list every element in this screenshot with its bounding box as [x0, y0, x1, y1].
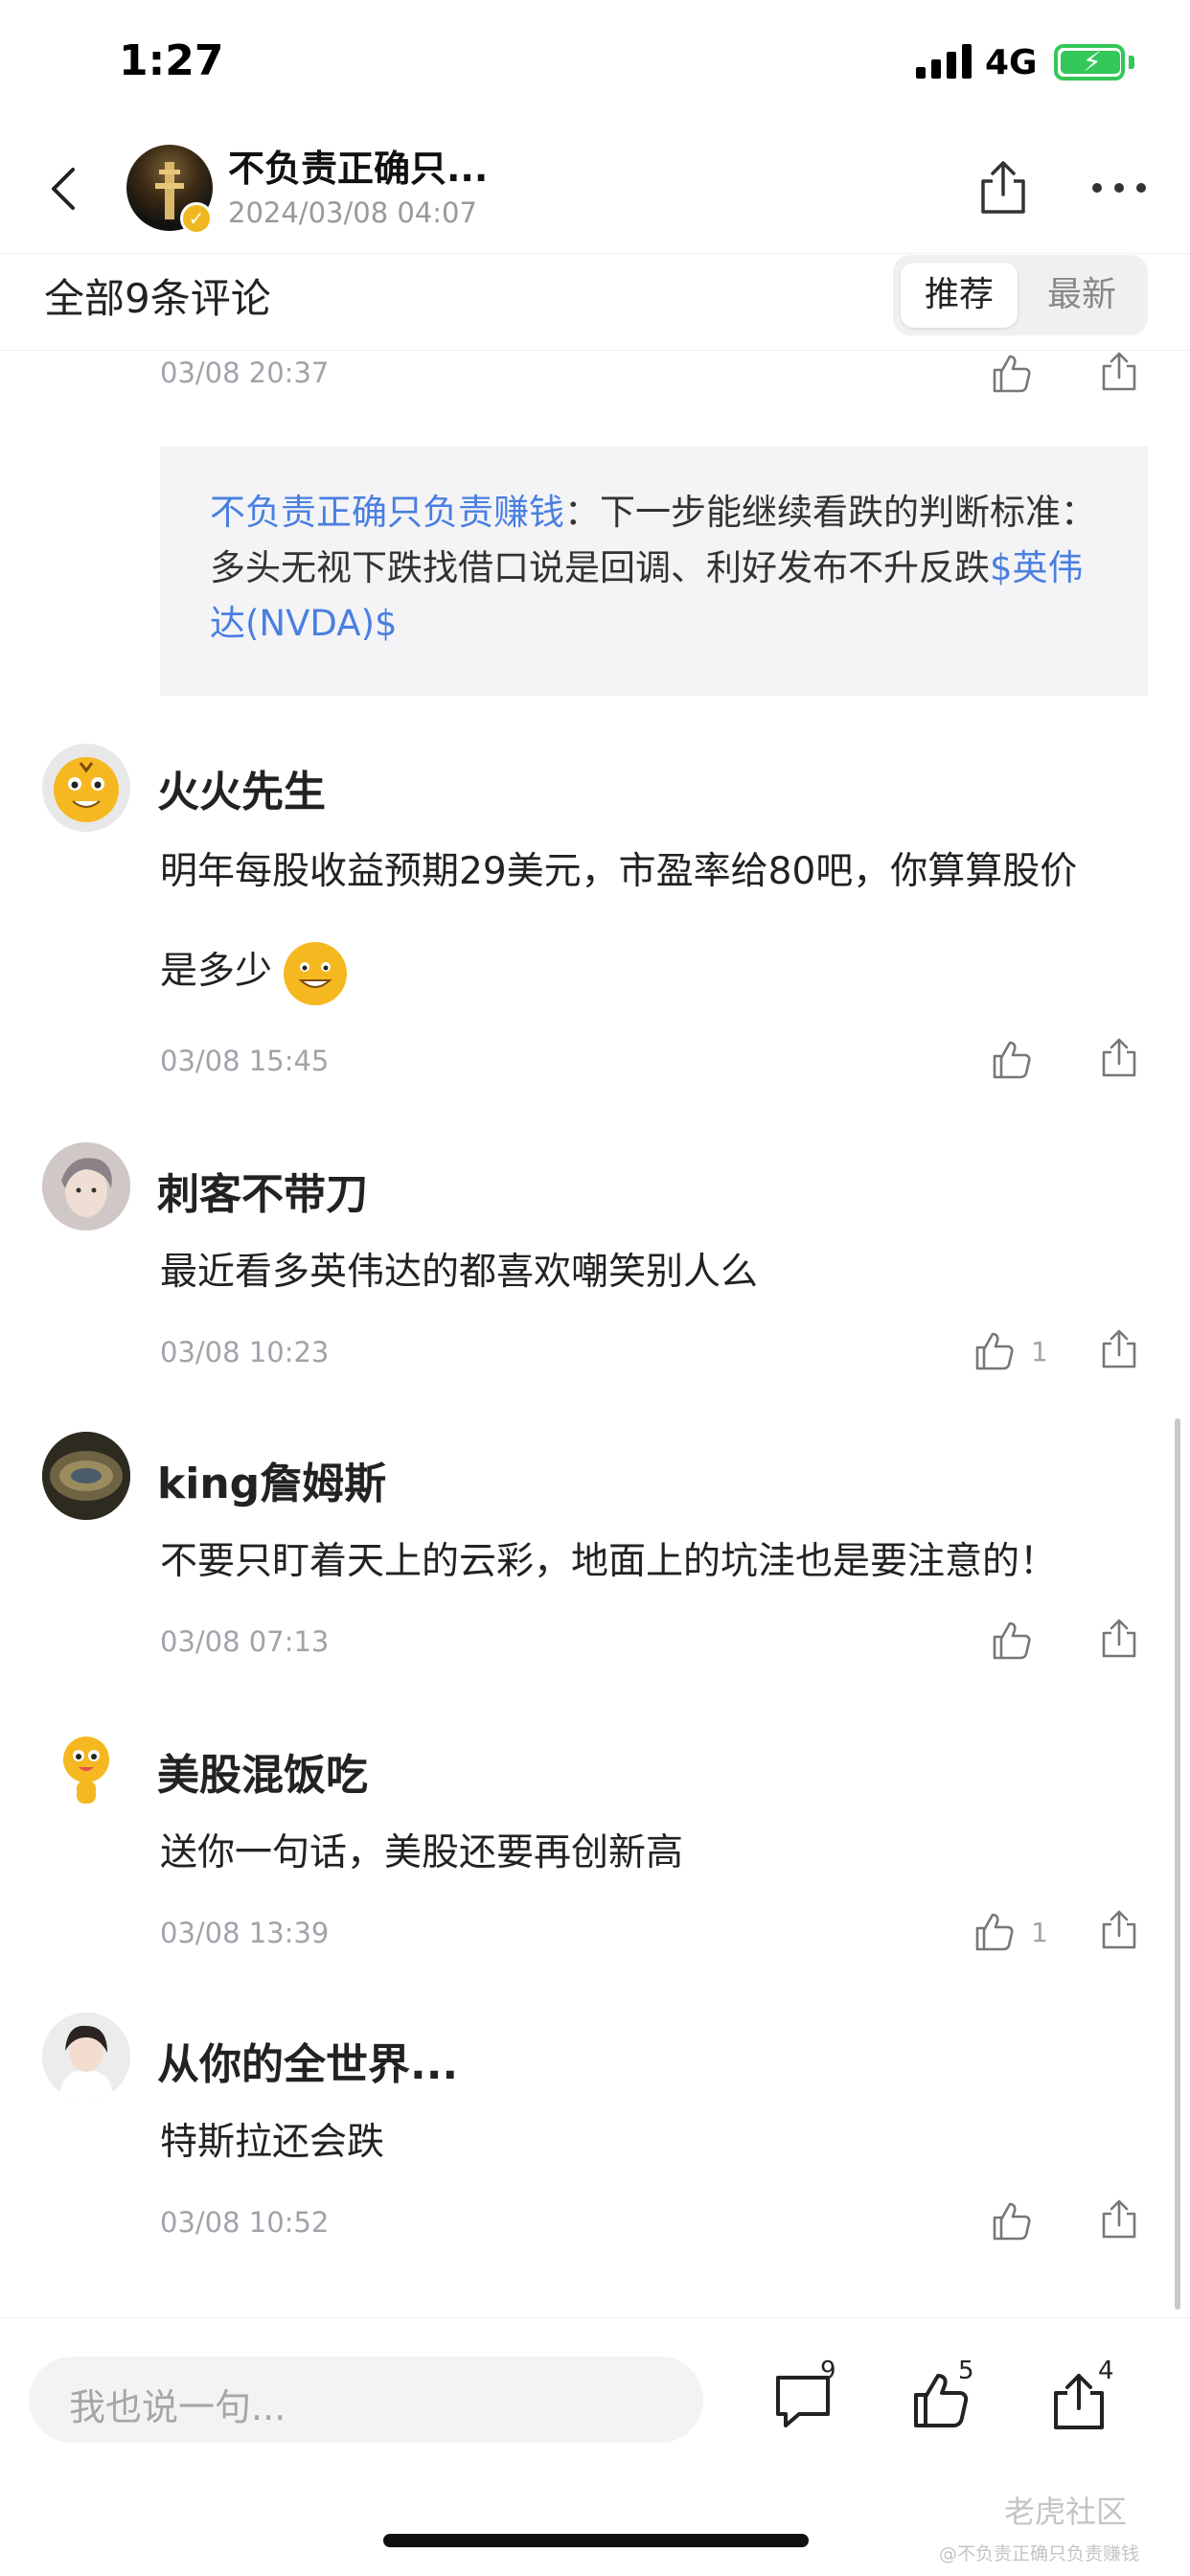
avatar[interactable]: [42, 2012, 130, 2101]
sort-tab-recommended[interactable]: 推荐: [901, 263, 1018, 328]
avatar[interactable]: [42, 1142, 130, 1230]
share-icon[interactable]: [1096, 1907, 1142, 1953]
comment-date: 03/08 20:37: [160, 356, 330, 389]
watermark-sub: @不负责正确只负责赚钱: [939, 2543, 1140, 2564]
comment-date: 03/08 13:39: [160, 1917, 330, 1949]
sort-tab-latest[interactable]: 最新: [1023, 263, 1140, 328]
share-icon[interactable]: [1096, 2196, 1142, 2242]
comment-date: 03/08 10:23: [160, 1336, 330, 1368]
username[interactable]: 美股混饭吃: [157, 1740, 368, 1802]
comment-date: 03/08 07:13: [160, 1625, 330, 1658]
watermark-brand: 老虎社区: [1004, 2494, 1128, 2530]
comment-text-line2: 是多少: [160, 950, 273, 993]
username[interactable]: king詹姆斯: [157, 1449, 386, 1510]
scrollbar[interactable]: [1175, 1418, 1180, 2310]
avatar[interactable]: [42, 1432, 130, 1520]
post-header: ✓ 不负责正确只... 2024/03/08 04:07: [0, 129, 1190, 254]
share-icon[interactable]: [972, 156, 1035, 219]
share-count: 4: [1098, 2357, 1114, 2385]
like-count: 1: [1031, 1917, 1048, 1948]
username[interactable]: 刺客不带刀: [157, 1160, 368, 1221]
home-indicator[interactable]: [383, 2534, 809, 2547]
reply-separator: ：: [564, 492, 600, 533]
post-time: 2024/03/08 04:07: [228, 196, 477, 229]
network-label: 4G: [985, 43, 1038, 82]
like-count: 5: [958, 2357, 974, 2385]
comment-text: 特斯拉还会跌: [160, 2121, 385, 2164]
sort-toggle: 推荐 最新: [893, 255, 1148, 335]
like-icon[interactable]: [989, 1618, 1035, 1664]
back-icon[interactable]: [34, 158, 96, 219]
share-icon[interactable]: [1096, 349, 1142, 395]
comment-text: 不要只盯着天上的云彩，地面上的坑洼也是要注意的！: [160, 1540, 1058, 1583]
signal-icon: [916, 44, 972, 79]
comments-header: 全部9条评论 推荐 最新: [0, 255, 1190, 351]
battery-icon: ⚡: [1054, 44, 1125, 80]
comment-input[interactable]: 我也说一句...: [29, 2357, 703, 2443]
like-icon[interactable]: [972, 1328, 1018, 1374]
reply-box[interactable]: 不负责正确只负责赚钱：下一步能继续看跌的判断标准：多头无视下跌找借口说是回调、利…: [160, 447, 1148, 696]
grinning-tiger-emoji-icon: [284, 941, 348, 1005]
reply-text: 不负责正确只负责赚钱：下一步能继续看跌的判断标准：多头无视下跌找借口说是回调、利…: [210, 485, 1110, 652]
comment-text: 明年每股收益预期29美元，市盈率给80吧，你算算股价: [160, 850, 1078, 893]
share-icon[interactable]: [1096, 1616, 1142, 1662]
verified-badge-icon: ✓: [180, 202, 213, 235]
battery-cap: [1129, 56, 1134, 69]
username[interactable]: 从你的全世界...: [157, 2030, 458, 2091]
username[interactable]: 火火先生: [157, 757, 326, 818]
share-icon[interactable]: [1096, 1326, 1142, 1372]
status-bar: 1:27 4G ⚡: [0, 0, 1190, 129]
like-icon[interactable]: [989, 2198, 1035, 2244]
like-icon[interactable]: [989, 1037, 1035, 1083]
author-name[interactable]: 不负责正确只...: [228, 139, 488, 192]
share-icon[interactable]: [1096, 1035, 1142, 1081]
comment-count: 9: [820, 2357, 836, 2385]
comment-text: 是多少: [160, 922, 1147, 1022]
comment-date: 03/08 15:45: [160, 1045, 330, 1077]
like-icon[interactable]: [989, 351, 1035, 397]
like-icon[interactable]: [972, 1909, 1018, 1955]
comment-text: 送你一句话，美股还要再创新高: [160, 1831, 684, 1874]
bottom-action-bar: 我也说一句... 9 5 4: [0, 2317, 1190, 2461]
avatar[interactable]: [42, 744, 130, 832]
comments-count-label: 全部9条评论: [44, 275, 271, 322]
reply-author[interactable]: 不负责正确只负责赚钱: [210, 492, 564, 533]
comment-text: 最近看多英伟达的都喜欢嘲笑别人么: [160, 1251, 759, 1294]
comment-date: 03/08 10:52: [160, 2206, 330, 2239]
status-time: 1:27: [119, 36, 224, 85]
avatar[interactable]: [42, 1723, 130, 1811]
like-count: 1: [1031, 1336, 1048, 1368]
more-options-icon[interactable]: [1090, 175, 1148, 198]
comment-input-placeholder: 我也说一句...: [69, 2386, 286, 2428]
